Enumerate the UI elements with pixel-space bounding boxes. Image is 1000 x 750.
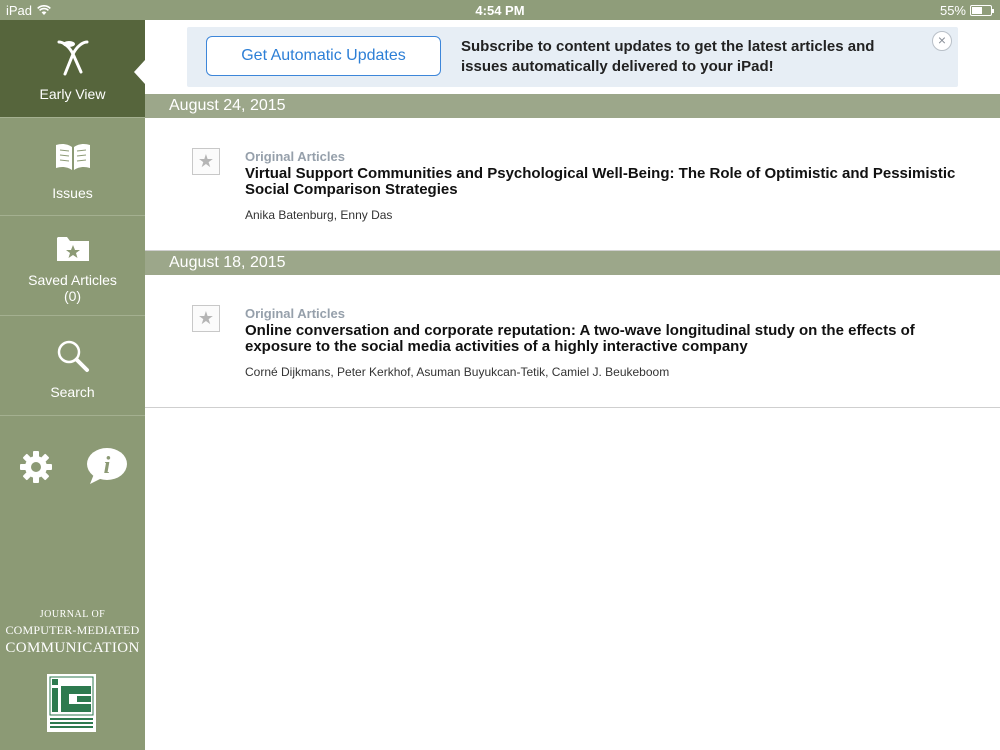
status-right: 55% xyxy=(939,3,994,18)
status-time: 4:54 PM xyxy=(475,3,525,18)
gear-icon[interactable] xyxy=(19,450,53,484)
sidebar-item-label: Issues xyxy=(52,185,93,201)
star-icon[interactable]: ★ xyxy=(192,305,220,332)
article-row[interactable]: ★ Original Articles Online conversation … xyxy=(145,275,1000,408)
sidebar-item-early-view[interactable]: Early View xyxy=(0,20,145,118)
folder-star-icon xyxy=(0,233,145,263)
subscribe-message: Subscribe to content updates to get the … xyxy=(461,38,875,75)
banner-area: Get Automatic Updates Subscribe to conte… xyxy=(145,20,1000,94)
article-category: Original Articles xyxy=(245,149,345,164)
article-row[interactable]: ★ Original Articles Virtual Support Comm… xyxy=(145,118,1000,251)
magnifier-icon xyxy=(0,338,145,374)
active-indicator xyxy=(134,60,145,84)
journal-title: Journal of Computer-Mediated Communicati… xyxy=(0,608,145,657)
sidebar-item-label: Search xyxy=(50,384,95,400)
star-icon[interactable]: ★ xyxy=(192,148,220,175)
open-book-icon xyxy=(0,142,145,172)
battery-fill xyxy=(972,7,982,14)
article-authors: Corné Dijkmans, Peter Kerkhof, Asuman Bu… xyxy=(245,365,670,379)
ica-logo xyxy=(47,674,96,732)
article-authors: Anika Batenburg, Enny Das xyxy=(245,208,393,222)
sidebar-item-saved-articles[interactable]: Saved Articles (0) xyxy=(0,218,145,316)
subscribe-banner: Get Automatic Updates Subscribe to conte… xyxy=(187,27,958,87)
get-automatic-updates-button[interactable]: Get Automatic Updates xyxy=(206,36,441,76)
sidebar-item-issues[interactable]: Issues xyxy=(0,118,145,216)
journal-title-line1: Journal of xyxy=(39,609,106,620)
main-content: Get Automatic Updates Subscribe to conte… xyxy=(145,20,1000,750)
battery-percent: 55% xyxy=(939,3,966,18)
sidebar-item-label: Early View xyxy=(39,86,106,102)
journal-title-line2: Computer-Mediated xyxy=(5,623,140,637)
info-icon[interactable]: i xyxy=(86,446,128,486)
date-header: August 18, 2015 xyxy=(145,251,1000,275)
article-title[interactable]: Online conversation and corporate reputa… xyxy=(245,323,965,355)
date-header: August 24, 2015 xyxy=(145,94,1000,118)
svg-text:i: i xyxy=(104,453,111,479)
close-icon[interactable]: × xyxy=(932,31,952,51)
battery-icon xyxy=(970,5,994,16)
sidebar-item-search[interactable]: Search xyxy=(0,318,145,416)
utility-icons: i xyxy=(0,444,145,490)
status-bar: iPad 4:54 PM 55% xyxy=(0,0,1000,20)
sidebar-item-label: Saved Articles xyxy=(28,272,117,288)
early-view-icon xyxy=(0,38,145,78)
article-title[interactable]: Virtual Support Communities and Psycholo… xyxy=(245,166,965,198)
sidebar: Early View Issues Saved Articles (0) Sea… xyxy=(0,20,145,750)
article-category: Original Articles xyxy=(245,306,345,321)
saved-count: (0) xyxy=(63,288,82,304)
journal-title-line3: Communication xyxy=(5,640,140,656)
